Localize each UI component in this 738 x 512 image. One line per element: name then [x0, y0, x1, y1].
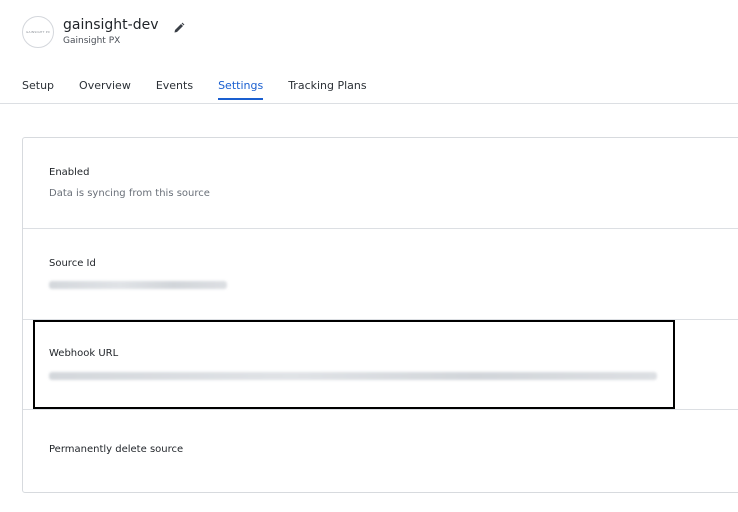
settings-card: Enabled Data is syncing from this source…: [22, 137, 738, 493]
tab-settings[interactable]: Settings: [218, 79, 264, 100]
tab-overview[interactable]: Overview: [79, 79, 131, 99]
pencil-icon[interactable]: [173, 19, 185, 33]
tabs-divider: [0, 103, 738, 104]
source-logo-text: GAINSIGHT PX: [26, 30, 50, 34]
source-settings-page: GAINSIGHT PX gainsight-dev Gainsight PX …: [0, 0, 738, 512]
webhook-url-highlight-box: [33, 320, 675, 409]
row-divider: [23, 409, 738, 410]
source-name: gainsight-dev: [63, 17, 159, 33]
source-logo: GAINSIGHT PX: [22, 16, 54, 48]
row-divider: [23, 228, 738, 229]
title-row: gainsight-dev: [63, 16, 185, 34]
source-header: GAINSIGHT PX gainsight-dev Gainsight PX: [22, 16, 185, 48]
tab-events[interactable]: Events: [156, 79, 193, 99]
tab-setup[interactable]: Setup: [22, 79, 54, 99]
enabled-description: Data is syncing from this source: [49, 188, 210, 199]
source-id-label: Source Id: [49, 258, 96, 269]
tab-tracking-plans[interactable]: Tracking Plans: [288, 79, 366, 99]
source-type: Gainsight PX: [63, 36, 121, 46]
source-tabs: Setup Overview Events Settings Tracking …: [22, 79, 392, 100]
source-title-block: gainsight-dev Gainsight PX: [63, 16, 185, 46]
enabled-label: Enabled: [49, 167, 90, 178]
source-id-value[interactable]: [49, 281, 227, 289]
delete-source-link[interactable]: Permanently delete source: [49, 444, 183, 455]
